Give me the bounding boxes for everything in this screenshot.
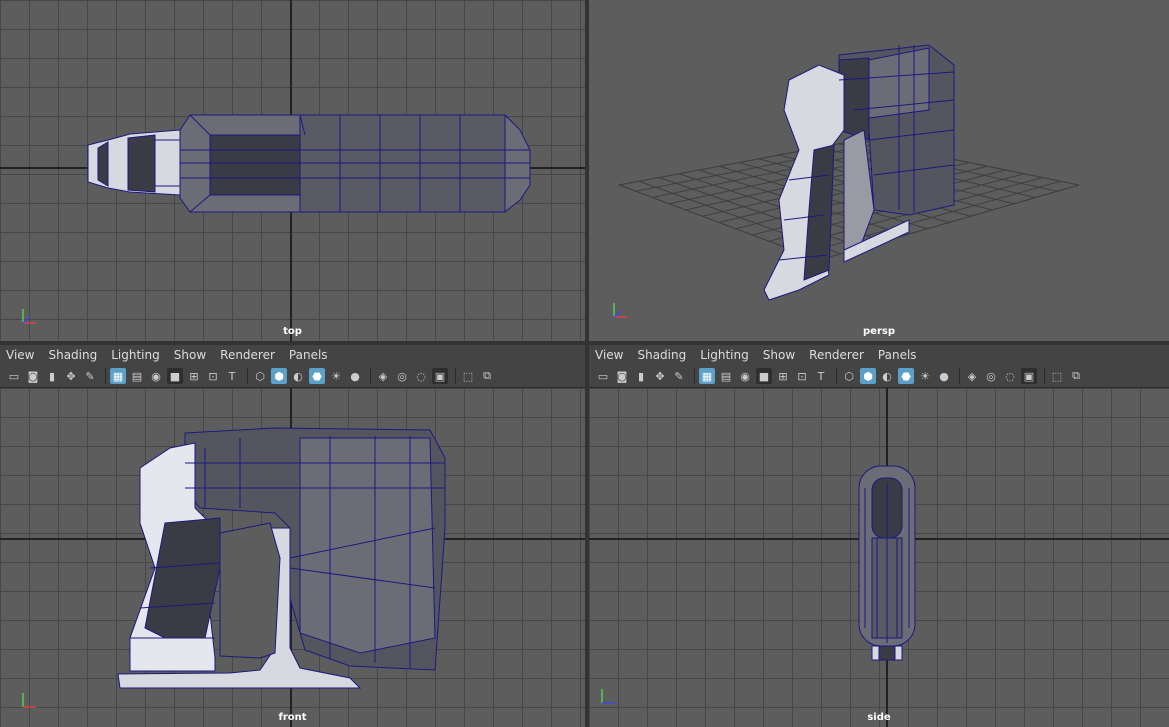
film-gate-icon[interactable]: ▤ — [129, 368, 145, 384]
menu-shading[interactable]: Shading — [637, 348, 686, 362]
resolution-gate-icon[interactable]: ◉ — [737, 368, 753, 384]
separator — [370, 368, 371, 384]
smooth-shade-icon[interactable]: ⬢ — [860, 368, 876, 384]
xray-icon[interactable]: ◎ — [983, 368, 999, 384]
safe-title-icon[interactable]: T — [224, 368, 240, 384]
camera-attr-icon[interactable]: ◙ — [614, 368, 630, 384]
smooth-shade-icon[interactable]: ⬢ — [271, 368, 287, 384]
wireframe-on-shaded-icon[interactable]: ⬣ — [898, 368, 914, 384]
gate-mask-icon[interactable]: ■ — [167, 368, 183, 384]
separator — [105, 368, 106, 384]
axis-gizmo — [609, 299, 633, 323]
resolution-gate-icon[interactable]: ◉ — [148, 368, 164, 384]
menu-renderer[interactable]: Renderer — [220, 348, 275, 362]
viewport-label: front — [278, 712, 307, 723]
film-gate-icon[interactable]: ▤ — [718, 368, 734, 384]
viewport-top[interactable]: top — [0, 0, 585, 341]
viewport-persp[interactable]: persp — [589, 0, 1169, 341]
xray-joints-icon[interactable]: ◌ — [1002, 368, 1018, 384]
pan-icon[interactable]: ✥ — [652, 368, 668, 384]
gate-mask-icon[interactable]: ■ — [756, 368, 772, 384]
safe-title-icon[interactable]: T — [813, 368, 829, 384]
bookmark-icon[interactable]: ▮ — [633, 368, 649, 384]
axis-gizmo — [18, 689, 42, 713]
gun-model-persp[interactable] — [589, 0, 1169, 341]
separator — [836, 368, 837, 384]
menu-shading[interactable]: Shading — [48, 348, 97, 362]
side-toolbar: ▭ ◙ ▮ ✥ ✎ ▦ ▤ ◉ ■ ⊞ ⊡ T ⬡ ⬢ ◐ ⬣ ☀ ● ◈ ◎ … — [589, 365, 1169, 388]
shadows-icon[interactable]: ● — [936, 368, 952, 384]
xray-icon[interactable]: ◎ — [394, 368, 410, 384]
bookmark-icon[interactable]: ▮ — [44, 368, 60, 384]
viewport-side[interactable]: side — [589, 388, 1169, 727]
field-chart-icon[interactable]: ⊞ — [186, 368, 202, 384]
gun-model-side[interactable] — [589, 388, 1169, 727]
menu-panels[interactable]: Panels — [878, 348, 917, 362]
separator — [455, 368, 456, 384]
gun-model-top[interactable] — [0, 0, 585, 341]
camera-select-icon[interactable]: ▭ — [595, 368, 611, 384]
draw-icon[interactable]: ✎ — [82, 368, 98, 384]
menu-renderer[interactable]: Renderer — [809, 348, 864, 362]
camera-select-icon[interactable]: ▭ — [6, 368, 22, 384]
xray-joints-icon[interactable]: ◌ — [413, 368, 429, 384]
safe-action-icon[interactable]: ⊡ — [794, 368, 810, 384]
select-objects-icon[interactable]: ⬚ — [1049, 368, 1065, 384]
menu-show[interactable]: Show — [763, 348, 795, 362]
shade-wire-icon[interactable]: ◐ — [290, 368, 306, 384]
camera-attr-icon[interactable]: ◙ — [25, 368, 41, 384]
field-chart-icon[interactable]: ⊞ — [775, 368, 791, 384]
wireframe-on-shaded-icon[interactable]: ⬣ — [309, 368, 325, 384]
menu-panels[interactable]: Panels — [289, 348, 328, 362]
axis-gizmo — [597, 685, 621, 709]
side-menubar: View Shading Lighting Show Renderer Pane… — [589, 345, 1169, 365]
viewport-label: persp — [863, 326, 895, 337]
safe-action-icon[interactable]: ⊡ — [205, 368, 221, 384]
separator — [247, 368, 248, 384]
isolate-icon[interactable]: ◈ — [375, 368, 391, 384]
shadows-icon[interactable]: ● — [347, 368, 363, 384]
front-toolbar: ▭ ◙ ▮ ✥ ✎ ▦ ▤ ◉ ■ ⊞ ⊡ T ⬡ ⬢ ◐ ⬣ ☀ ● ◈ ◎ … — [0, 365, 585, 388]
maximize-icon[interactable]: ⧉ — [479, 368, 495, 384]
grid-icon[interactable]: ▦ — [110, 368, 126, 384]
shade-wire-icon[interactable]: ◐ — [879, 368, 895, 384]
front-menubar: View Shading Lighting Show Renderer Pane… — [0, 345, 585, 365]
pan-icon[interactable]: ✥ — [63, 368, 79, 384]
grid-icon[interactable]: ▦ — [699, 368, 715, 384]
maximize-icon[interactable]: ⧉ — [1068, 368, 1084, 384]
menu-lighting[interactable]: Lighting — [111, 348, 160, 362]
wireframe-icon[interactable]: ⬡ — [841, 368, 857, 384]
separator — [959, 368, 960, 384]
isolate-icon[interactable]: ◈ — [964, 368, 980, 384]
ambient-occlusion-icon[interactable]: ▣ — [432, 368, 448, 384]
separator — [694, 368, 695, 384]
gun-model-front[interactable] — [0, 388, 585, 727]
lights-icon[interactable]: ☀ — [917, 368, 933, 384]
menu-view[interactable]: View — [595, 348, 623, 362]
viewport-front[interactable]: front — [0, 388, 585, 727]
wireframe-icon[interactable]: ⬡ — [252, 368, 268, 384]
viewport-label: side — [867, 712, 891, 723]
draw-icon[interactable]: ✎ — [671, 368, 687, 384]
ambient-occlusion-icon[interactable]: ▣ — [1021, 368, 1037, 384]
menu-show[interactable]: Show — [174, 348, 206, 362]
menu-lighting[interactable]: Lighting — [700, 348, 749, 362]
separator — [1044, 368, 1045, 384]
lights-icon[interactable]: ☀ — [328, 368, 344, 384]
select-objects-icon[interactable]: ⬚ — [460, 368, 476, 384]
menu-view[interactable]: View — [6, 348, 34, 362]
viewport-label: top — [283, 326, 302, 337]
